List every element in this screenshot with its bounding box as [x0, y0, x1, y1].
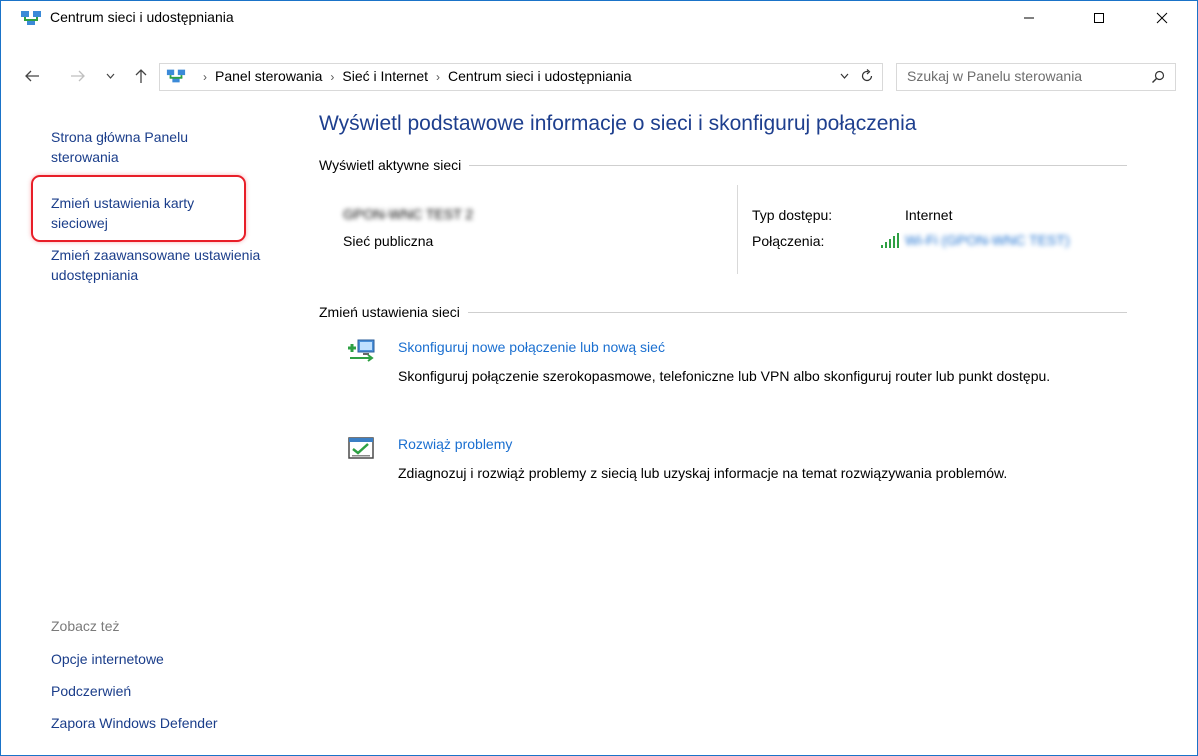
chevron-down-icon	[840, 73, 848, 79]
setup-new-connection-link[interactable]: Skonfiguruj nowe połączenie lub nową sie…	[398, 339, 665, 355]
left-navigation-pane: Strona główna Panelu sterowania Zmień us…	[1, 96, 291, 755]
close-icon	[1156, 12, 1168, 23]
title-bar: Centrum sieci i udostępniania	[1, 1, 1197, 34]
up-button[interactable]	[128, 61, 154, 91]
window-title: Centrum sieci i udostępniania	[50, 9, 234, 25]
highlight-annotation	[31, 175, 246, 242]
navigation-bar: › Panel sterowania › Sieć i Internet › Centru…	[1, 61, 1197, 91]
internet-options-link[interactable]: Opcje internetowe	[51, 651, 164, 667]
minimize-icon	[1024, 17, 1034, 18]
close-button[interactable]	[1139, 1, 1185, 34]
forward-arrow-icon	[71, 70, 85, 82]
breadcrumb-item[interactable]: Panel sterowania	[215, 68, 322, 84]
troubleshoot-problems-description: Zdiagnozuj i rozwiąż problemy z siecią l…	[398, 465, 1008, 481]
address-dropdown-button[interactable]	[836, 67, 852, 85]
troubleshoot-problems-link[interactable]: Rozwiąż problemy	[398, 436, 512, 452]
breadcrumb-item[interactable]: Sieć i Internet	[342, 68, 428, 84]
control-panel-home-link[interactable]: Strona główna Panelu sterowania	[51, 127, 251, 167]
access-type-value: Internet	[905, 207, 953, 223]
wifi-connection-link[interactable]: Wi-Fi (GPON-WNC TEST)	[905, 232, 1070, 248]
refresh-button[interactable]	[857, 67, 877, 85]
breadcrumb-item[interactable]: Centrum sieci i udostępniania	[448, 68, 632, 84]
maximize-icon	[1094, 12, 1104, 23]
network-center-icon	[166, 69, 186, 83]
network-center-icon	[21, 11, 41, 25]
back-button[interactable]	[19, 61, 45, 91]
breadcrumb: › Panel sterowania › Sieć i Internet › Centru…	[195, 68, 632, 84]
maximize-button[interactable]	[1076, 1, 1122, 34]
active-networks-section: Wyświetl aktywne sieci	[319, 157, 1127, 173]
search-icon[interactable]	[1148, 67, 1168, 87]
advanced-sharing-settings-link[interactable]: Zmień zaawansowane ustawienia udostępnia…	[51, 245, 271, 285]
minimize-button[interactable]	[1006, 1, 1052, 34]
refresh-icon	[861, 69, 873, 82]
infrared-link[interactable]: Podczerwień	[51, 683, 131, 699]
wifi-signal-icon	[881, 233, 899, 248]
address-bar[interactable]: › Panel sterowania › Sieć i Internet › Centru…	[159, 63, 883, 91]
access-type-label: Typ dostępu:	[752, 207, 833, 223]
search-placeholder: Szukaj w Panelu sterowania	[907, 68, 1083, 84]
setup-new-connection-description: Skonfiguruj połączenie szerokopasmowe, t…	[398, 368, 1051, 384]
forward-button[interactable]	[65, 61, 91, 91]
recent-locations-button[interactable]	[102, 61, 118, 91]
search-input[interactable]: Szukaj w Panelu sterowania	[896, 63, 1176, 91]
new-connection-icon	[348, 339, 375, 362]
divider	[469, 164, 1127, 166]
divider	[737, 185, 738, 274]
up-arrow-icon	[135, 69, 147, 83]
see-also-heading: Zobacz też	[51, 618, 120, 634]
page-title: Wyświetl podstawowe informacje o sieci i…	[319, 112, 917, 135]
section-heading: Zmień ustawienia sieci	[319, 304, 460, 320]
back-arrow-icon	[25, 70, 39, 82]
breadcrumb-separator[interactable]: ›	[203, 70, 207, 84]
network-profile-type[interactable]: Sieć publiczna	[343, 233, 433, 249]
breadcrumb-separator[interactable]: ›	[330, 70, 334, 84]
change-settings-section: Zmień ustawienia sieci	[319, 304, 1127, 320]
recent-chevron-icon	[106, 73, 114, 79]
divider	[467, 311, 1127, 313]
breadcrumb-separator[interactable]: ›	[436, 70, 440, 84]
troubleshoot-icon	[348, 437, 374, 459]
section-heading: Wyświetl aktywne sieci	[319, 157, 462, 173]
connections-label: Połączenia:	[752, 233, 825, 249]
windows-defender-firewall-link[interactable]: Zapora Windows Defender	[51, 715, 218, 731]
control-panel-window: Centrum sieci i udostępniania › Panel st…	[0, 0, 1198, 756]
network-name: GPON-WNC TEST 2	[343, 206, 474, 222]
